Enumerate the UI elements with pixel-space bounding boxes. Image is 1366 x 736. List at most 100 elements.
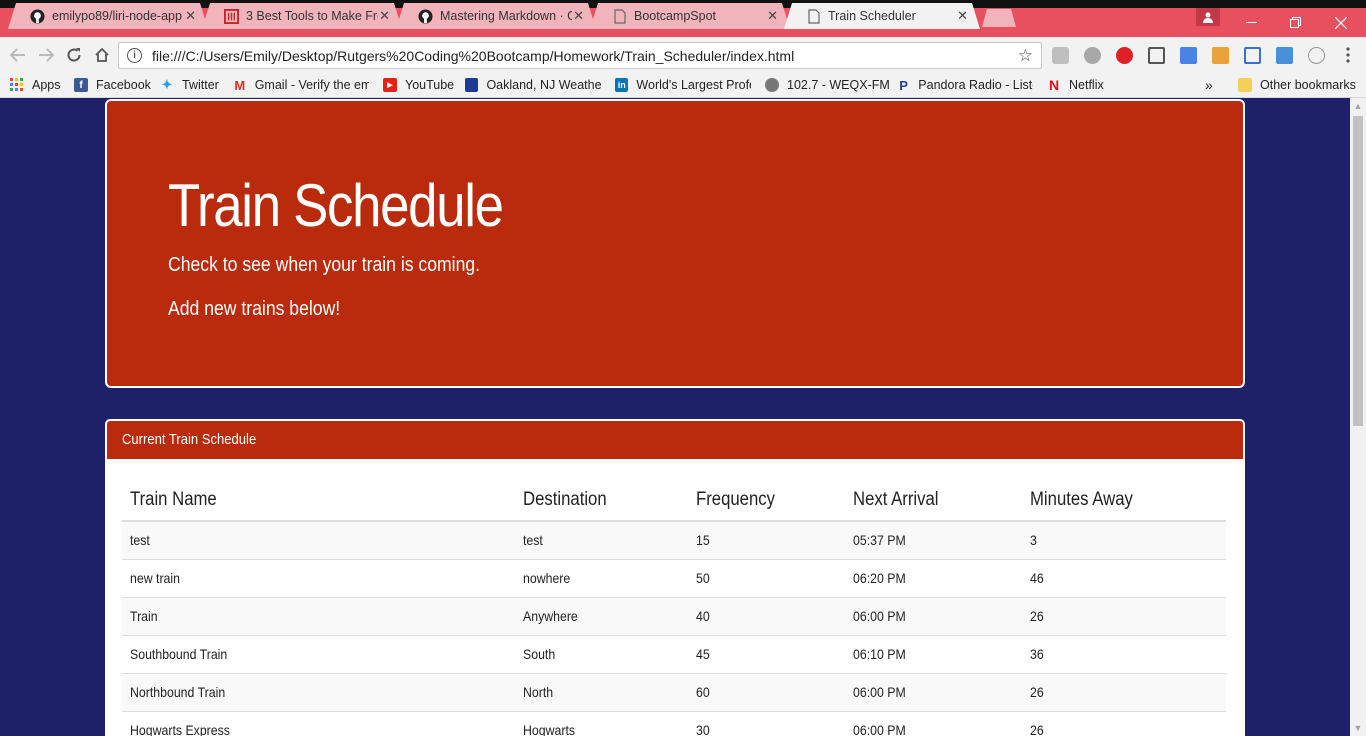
destination-cell: Hogwarts bbox=[515, 710, 688, 736]
tab-bootcampspot[interactable]: BootcampSpot ✕ bbox=[590, 3, 790, 29]
weather-channel-icon bbox=[465, 78, 479, 92]
next-arrival-cell: 06:00 PM bbox=[845, 596, 1022, 635]
tab-close-icon[interactable]: ✕ bbox=[185, 8, 196, 24]
extension-icon[interactable] bbox=[1276, 47, 1293, 64]
destination-cell: nowhere bbox=[515, 558, 688, 597]
browser-toolbar: i file:///C:/Users/Emily/Desktop/Rutgers… bbox=[0, 37, 1366, 73]
twitter-icon: ✦ bbox=[161, 77, 173, 92]
vertical-scrollbar[interactable]: ▲ ▼ bbox=[1350, 98, 1366, 736]
pandora-icon: P bbox=[899, 77, 908, 93]
other-bookmarks-folder[interactable]: Other bookmarks bbox=[1238, 76, 1356, 94]
destination-cell: South bbox=[515, 634, 688, 673]
train-name-cell: new train bbox=[122, 558, 515, 597]
panel-title: Current Train Schedule bbox=[122, 432, 257, 448]
page-subtitle: Check to see when your train is coming. bbox=[168, 254, 481, 276]
address-bar[interactable]: i file:///C:/Users/Emily/Desktop/Rutgers… bbox=[118, 42, 1042, 69]
facebook-icon: f bbox=[74, 78, 88, 92]
table-row: Hogwarts Express Hogwarts 30 06:00 PM 26 bbox=[122, 710, 1226, 736]
column-header: Train Name bbox=[122, 479, 515, 522]
tab-close-icon[interactable]: ✕ bbox=[379, 8, 390, 24]
panel-body: Train Name Destination Frequency Next Ar… bbox=[107, 459, 1243, 736]
bookmark-youtube[interactable]: ▶ YouTube bbox=[383, 76, 454, 94]
frequency-cell: 45 bbox=[688, 634, 845, 673]
menu-icon[interactable] bbox=[1338, 45, 1358, 65]
schedule-panel: Current Train Schedule Train Name Destin… bbox=[105, 419, 1245, 736]
frequency-cell: 50 bbox=[688, 558, 845, 597]
more-bookmarks-button[interactable]: » bbox=[1205, 76, 1213, 94]
train-schedule-table: Train Name Destination Frequency Next Ar… bbox=[122, 479, 1226, 736]
profile-icon[interactable] bbox=[1196, 8, 1220, 26]
tab-train-scheduler[interactable]: Train Scheduler ✕ bbox=[784, 3, 980, 29]
train-name-cell: Northbound Train bbox=[122, 672, 515, 711]
column-header: Minutes Away bbox=[1022, 479, 1226, 522]
page-icon bbox=[612, 9, 627, 24]
bookmark-netflix[interactable]: N Netflix bbox=[1047, 76, 1104, 94]
frequency-cell: 30 bbox=[688, 710, 845, 736]
table-header-row: Train Name Destination Frequency Next Ar… bbox=[122, 479, 1226, 522]
cast-icon[interactable] bbox=[1148, 47, 1165, 64]
close-window-icon[interactable] bbox=[1318, 8, 1364, 37]
folder-icon bbox=[1238, 78, 1252, 92]
bookmark-twitter[interactable]: ✦ Twitter bbox=[160, 76, 219, 94]
extension-icon[interactable] bbox=[1052, 47, 1069, 64]
bookmark-apps[interactable]: Apps bbox=[10, 76, 61, 94]
bookmark-facebook[interactable]: f Facebook bbox=[74, 76, 151, 94]
apps-grid-icon bbox=[10, 78, 24, 92]
bookmark-linkedin[interactable]: in World's Largest Profe bbox=[615, 76, 751, 94]
bookmark-weqx[interactable]: 102.7 - WEQX-FM bbox=[765, 76, 890, 94]
netflix-icon: N bbox=[1048, 77, 1060, 93]
extension-icon[interactable] bbox=[1084, 47, 1101, 64]
destination-cell: North bbox=[515, 672, 688, 711]
bookmark-gmail[interactable]: M Gmail - Verify the em bbox=[233, 76, 369, 94]
forward-arrow-icon[interactable] bbox=[36, 45, 56, 65]
train-name-cell: Train bbox=[122, 596, 515, 635]
header-jumbotron: Train Schedule Check to see when your tr… bbox=[105, 99, 1245, 388]
extension-icon[interactable] bbox=[1244, 47, 1261, 64]
new-tab-button[interactable] bbox=[982, 9, 1016, 27]
next-arrival-cell: 05:37 PM bbox=[845, 520, 1022, 559]
frequency-cell: 40 bbox=[688, 596, 845, 635]
home-icon[interactable] bbox=[92, 45, 112, 65]
tab-mastering-markdown[interactable]: Mastering Markdown · G ✕ bbox=[396, 3, 596, 29]
extension-icon[interactable] bbox=[1212, 47, 1229, 64]
bookmark-star-icon[interactable]: ☆ bbox=[1018, 46, 1033, 66]
next-arrival-cell: 06:00 PM bbox=[845, 672, 1022, 711]
bookmark-weather[interactable]: Oakland, NJ Weather bbox=[465, 76, 601, 94]
train-name-cell: Hogwarts Express bbox=[122, 710, 515, 736]
frequency-cell: 15 bbox=[688, 520, 845, 559]
minutes-away-cell: 26 bbox=[1022, 710, 1226, 736]
restore-icon[interactable] bbox=[1272, 8, 1318, 37]
scroll-down-arrow-icon[interactable]: ▼ bbox=[1350, 720, 1366, 736]
column-header: Frequency bbox=[688, 479, 845, 522]
table-row: Northbound Train North 60 06:00 PM 26 bbox=[122, 672, 1226, 711]
panel-heading: Current Train Schedule bbox=[107, 421, 1243, 459]
extension-icon[interactable] bbox=[1308, 47, 1325, 64]
tab-best-tools[interactable]: 3 Best Tools to Make Fre ✕ bbox=[202, 3, 402, 29]
tab-close-icon[interactable]: ✕ bbox=[573, 8, 584, 24]
destination-cell: Anywhere bbox=[515, 596, 688, 635]
table-row: Train Anywhere 40 06:00 PM 26 bbox=[122, 596, 1226, 635]
tab-close-icon[interactable]: ✕ bbox=[767, 8, 778, 24]
extension-icon[interactable] bbox=[1116, 47, 1133, 64]
bookmark-pandora[interactable]: P Pandora Radio - Liste bbox=[897, 76, 1033, 94]
minutes-away-cell: 46 bbox=[1022, 558, 1226, 597]
extension-icon[interactable] bbox=[1180, 47, 1197, 64]
bookmarks-bar: Apps f Facebook ✦ Twitter M Gmail - Veri… bbox=[0, 73, 1366, 98]
column-header: Destination bbox=[515, 479, 688, 522]
minutes-away-cell: 3 bbox=[1022, 520, 1226, 559]
reload-icon[interactable] bbox=[64, 45, 84, 65]
page-title: Train Schedule bbox=[168, 172, 504, 239]
frequency-cell: 60 bbox=[688, 672, 845, 711]
destination-cell: test bbox=[515, 520, 688, 559]
scroll-up-arrow-icon[interactable]: ▲ bbox=[1350, 98, 1366, 114]
tab-liri-node-app[interactable]: emilypo89/liri-node-app ✕ bbox=[8, 3, 208, 29]
info-icon[interactable]: i bbox=[127, 48, 142, 63]
document-tool-icon bbox=[224, 9, 239, 24]
tab-close-icon[interactable]: ✕ bbox=[957, 8, 968, 24]
scrollbar-thumb[interactable] bbox=[1353, 116, 1363, 426]
minimize-icon[interactable] bbox=[1228, 8, 1274, 37]
next-arrival-cell: 06:00 PM bbox=[845, 710, 1022, 736]
table-row: Southbound Train South 45 06:10 PM 36 bbox=[122, 634, 1226, 673]
back-arrow-icon[interactable] bbox=[8, 45, 28, 65]
table-row: test test 15 05:37 PM 3 bbox=[122, 520, 1226, 559]
